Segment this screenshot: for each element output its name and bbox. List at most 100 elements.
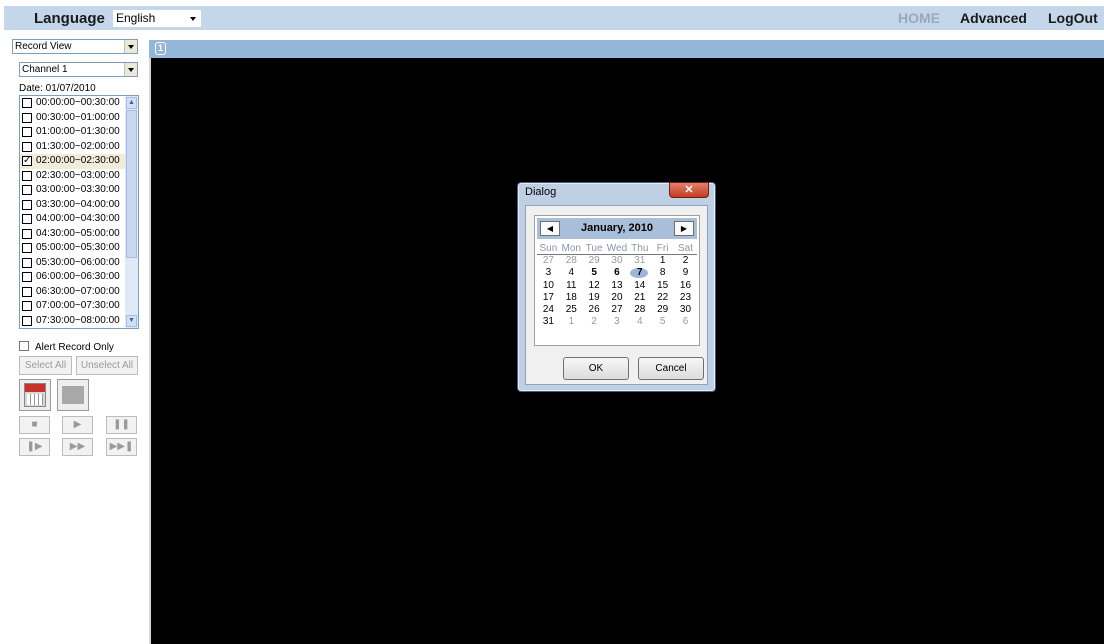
time-slot-row[interactable]: 02:30:00~03:00:00 [20,169,138,184]
calendar-day[interactable]: 25 [560,304,583,316]
calendar-day[interactable]: 3 [606,316,629,328]
calendar-day[interactable]: 18 [560,292,583,304]
chevron-down-icon[interactable] [124,63,137,76]
time-slot-row[interactable]: 04:00:00~04:30:00 [20,212,138,227]
time-slot-row[interactable]: 00:30:00~01:00:00 [20,111,138,126]
scroll-down-icon[interactable]: ▼ [126,315,137,327]
calendar-day[interactable]: 5 [651,316,674,328]
cancel-button[interactable]: Cancel [638,357,704,380]
nav-logout-link[interactable]: LogOut [1048,10,1098,26]
time-slot-checkbox[interactable] [22,185,32,195]
calendar-day[interactable]: 27 [606,304,629,316]
calendar-day[interactable]: 10 [537,280,560,292]
calendar-day[interactable]: 26 [583,304,606,316]
fast-forward-button[interactable]: ▶▶ [62,438,93,456]
time-slot-checkbox[interactable] [22,170,32,181]
calendar-day-selected[interactable]: 7 [628,267,651,279]
calendar-day[interactable]: 4 [560,267,583,279]
nav-advanced-link[interactable]: Advanced [960,10,1027,26]
calendar-day[interactable]: 15 [651,280,674,292]
calendar-day[interactable]: 22 [651,292,674,304]
prev-month-icon[interactable]: ◀ [540,221,560,236]
time-slot-checkbox[interactable] [22,199,32,210]
time-slot-checkbox[interactable] [22,257,32,268]
skip-end-button[interactable]: ▶▶❚ [106,438,137,456]
nav-home-link[interactable]: HOME [898,10,940,26]
select-all-button[interactable]: Select All [19,356,72,375]
calendar-day[interactable]: 6 [674,316,697,328]
alert-record-only-row[interactable]: Alert Record Only [19,341,114,353]
calendar-day[interactable]: 24 [537,304,560,316]
calendar-day[interactable]: 28 [628,304,651,316]
calendar-day[interactable]: 14 [628,280,651,292]
step-forward-button[interactable]: ❚▶ [19,438,50,456]
calendar-day[interactable]: 2 [583,316,606,328]
chevron-down-icon[interactable] [124,40,137,53]
time-slot-row[interactable]: 04:30:00~05:00:00 [20,227,138,242]
calendar-day[interactable]: 2 [674,255,697,267]
ok-button[interactable]: OK [563,357,629,380]
time-slot-row[interactable]: 01:00:00~01:30:00 [20,125,138,140]
time-slot-row[interactable]: 07:30:00~08:00:00 [20,314,138,329]
calendar-day[interactable]: 6 [606,267,629,279]
calendar-day[interactable]: 13 [606,280,629,292]
month-calendar[interactable]: ◀ January, 2010 ▶ Sun Mon Tue Wed Thu Fri Sat 2… [534,215,700,346]
calendar-day[interactable]: 12 [583,280,606,292]
calendar-day[interactable]: 1 [560,316,583,328]
calendar-day[interactable]: 23 [674,292,697,304]
scroll-thumb[interactable] [126,110,137,258]
alert-record-only-checkbox[interactable] [19,341,29,351]
calendar-day[interactable]: 5 [583,267,606,279]
time-slot-checkbox[interactable] [22,228,32,239]
time-slot-checkbox[interactable] [22,272,32,282]
time-slot-checkbox[interactable] [22,127,32,137]
unselect-all-button[interactable]: Unselect All [76,356,138,375]
view-select[interactable]: Record View [12,39,138,54]
calendar-day[interactable]: 29 [583,255,606,267]
time-slot-list[interactable]: 00:00:00~00:30:00 00:30:00~01:00:00 01:00:… [19,95,139,329]
calendar-day[interactable]: 31 [537,316,560,328]
time-slot-checkbox[interactable] [22,154,32,168]
time-slot-row[interactable]: 07:00:00~07:30:00 [20,299,138,314]
calendar-day[interactable]: 21 [628,292,651,304]
time-slot-row[interactable]: 06:30:00~07:00:00 [20,285,138,300]
calendar-day[interactable]: 17 [537,292,560,304]
calendar-day[interactable]: 9 [674,267,697,279]
calendar-day[interactable]: 29 [651,304,674,316]
time-slot-checkbox[interactable] [22,141,32,152]
time-slot-scrollbar[interactable]: ▲ ▼ [125,96,138,328]
calendar-day[interactable]: 3 [537,267,560,279]
calendar-day[interactable]: 27 [537,255,560,267]
calendar-day[interactable]: 4 [628,316,651,328]
time-slot-checkbox[interactable] [22,243,32,253]
language-select[interactable]: English [113,10,201,27]
time-slot-row[interactable]: 05:30:00~06:00:00 [20,256,138,271]
calendar-day[interactable]: 31 [628,255,651,267]
channel-select[interactable]: Channel 1 [19,62,138,77]
calendar-day[interactable]: 30 [606,255,629,267]
calendar-day[interactable]: 30 [674,304,697,316]
calendar-day[interactable]: 20 [606,292,629,304]
time-slot-checkbox[interactable] [22,98,32,108]
play-button[interactable]: ▶ [62,416,93,434]
time-slot-checkbox[interactable] [22,301,32,311]
next-month-icon[interactable]: ▶ [674,221,694,236]
time-slot-row[interactable]: 00:00:00~00:30:00 [20,96,138,111]
time-slot-checkbox[interactable] [22,112,32,123]
calendar-day[interactable]: 8 [651,267,674,279]
calendar-day[interactable]: 28 [560,255,583,267]
time-slot-checkbox[interactable] [22,214,32,224]
time-slot-row[interactable]: 06:00:00~06:30:00 [20,270,138,285]
calendar-day[interactable]: 1 [651,255,674,267]
time-slot-row[interactable]: 03:30:00~04:00:00 [20,198,138,213]
calendar-day[interactable]: 16 [674,280,697,292]
pause-button[interactable]: ❚❚ [106,416,137,434]
channel-number-icon[interactable]: 1 [155,42,166,55]
scroll-up-icon[interactable]: ▲ [126,97,137,109]
time-slot-row[interactable]: 02:00:00~02:30:00 [20,154,138,169]
time-slot-row[interactable]: 03:00:00~03:30:00 [20,183,138,198]
stop-button[interactable]: ■ [19,416,50,434]
time-slot-checkbox[interactable] [22,286,32,297]
time-slot-checkbox[interactable] [22,315,32,326]
calendar-day[interactable]: 19 [583,292,606,304]
